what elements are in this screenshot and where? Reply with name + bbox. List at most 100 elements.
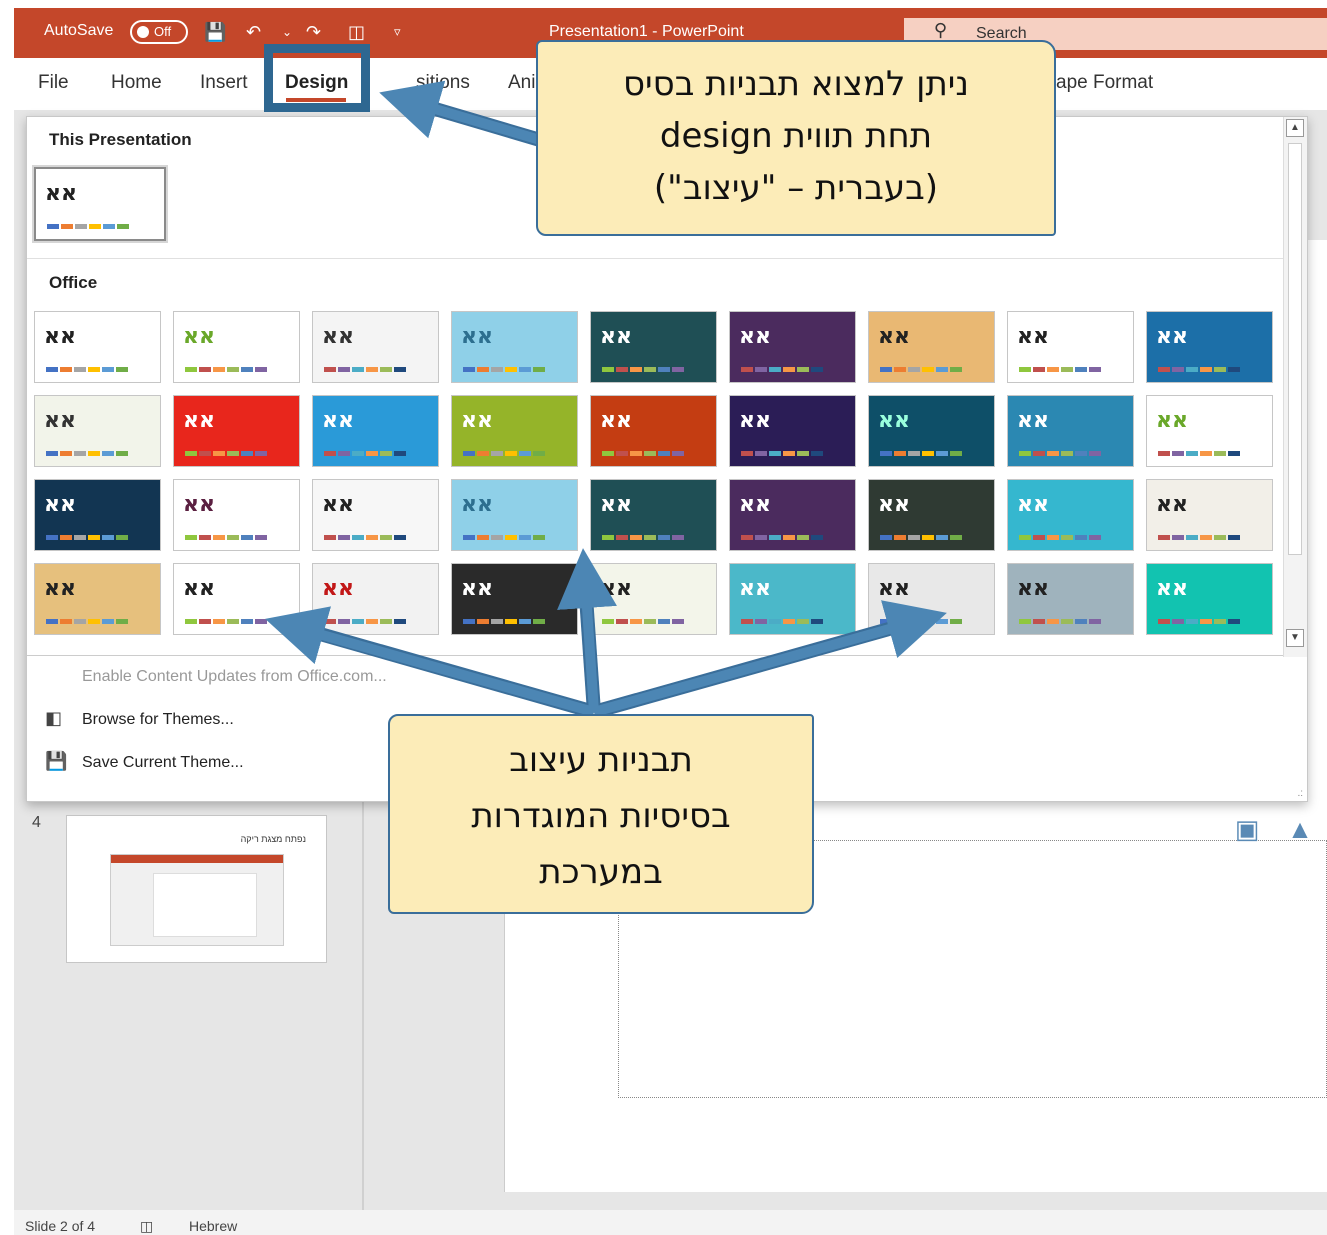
theme-color-swatches	[1019, 535, 1101, 540]
undo-dropdown-icon[interactable]: ⌄	[282, 20, 292, 44]
theme-option[interactable]: אא	[1146, 311, 1273, 383]
insert-shape-icon[interactable]: ▲	[1283, 812, 1317, 846]
theme-preview-text: אא	[1156, 492, 1189, 517]
theme-color-swatches	[1158, 619, 1240, 624]
theme-option[interactable]: אא	[868, 563, 995, 635]
theme-color-swatches	[602, 367, 684, 372]
theme-option[interactable]: אא	[590, 479, 717, 551]
theme-option[interactable]: אא	[173, 479, 300, 551]
thumbnail-screenshot	[110, 854, 284, 946]
theme-option[interactable]: אא	[34, 395, 161, 467]
theme-option[interactable]: אא	[34, 311, 161, 383]
present-icon[interactable]: ◫	[348, 20, 365, 44]
theme-option[interactable]: אא	[173, 563, 300, 635]
theme-color-swatches	[880, 367, 962, 372]
resize-grip-icon[interactable]: .:	[1297, 788, 1303, 799]
notes-icon[interactable]: ◫	[140, 1218, 153, 1235]
browse-themes-item[interactable]: Browse for Themes...	[82, 711, 234, 729]
theme-option[interactable]: אא	[729, 563, 856, 635]
theme-current[interactable]: אא	[32, 165, 168, 243]
theme-option[interactable]: אא	[590, 395, 717, 467]
tab-home[interactable]: Home	[111, 72, 162, 94]
tab-shape-format[interactable]: ape Format	[1056, 72, 1153, 94]
theme-preview-text: אא	[322, 324, 355, 349]
theme-option[interactable]: אא	[173, 311, 300, 383]
theme-option[interactable]: אא	[868, 479, 995, 551]
theme-option[interactable]: אא	[1007, 479, 1134, 551]
theme-option[interactable]: אא	[729, 395, 856, 467]
theme-option[interactable]: אא	[312, 479, 439, 551]
theme-option[interactable]: אא	[729, 311, 856, 383]
theme-preview-text: אא	[322, 576, 355, 601]
theme-color-swatches	[602, 619, 684, 624]
theme-option[interactable]: אא	[1146, 479, 1273, 551]
theme-color-swatches	[185, 535, 267, 540]
theme-color-swatches	[324, 535, 406, 540]
theme-option[interactable]: אא	[1007, 311, 1134, 383]
theme-option[interactable]: אא	[451, 563, 578, 635]
save-icon[interactable]: 💾	[204, 20, 226, 44]
undo-icon[interactable]: ↶	[246, 20, 261, 44]
theme-preview-text: אא	[183, 324, 216, 349]
language-indicator[interactable]: Hebrew	[189, 1218, 237, 1234]
tab-insert[interactable]: Insert	[200, 72, 248, 94]
pane-divider[interactable]	[362, 800, 364, 1210]
theme-preview-text: אא	[739, 408, 772, 433]
theme-option[interactable]: אא	[451, 311, 578, 383]
callout-2-line-1: תבניות עיצוב	[509, 740, 693, 780]
theme-option[interactable]: אא	[590, 311, 717, 383]
theme-option[interactable]: אא	[312, 395, 439, 467]
tab-transitions[interactable]: sitions	[416, 72, 470, 94]
tab-animations[interactable]: Ani	[508, 72, 535, 94]
theme-option[interactable]: אא	[1146, 563, 1273, 635]
theme-preview-text: אא	[1017, 408, 1050, 433]
autosave-toggle[interactable]: Off	[130, 20, 188, 44]
theme-option[interactable]: אא	[868, 311, 995, 383]
tab-file[interactable]: File	[38, 72, 69, 94]
theme-option[interactable]: אא	[34, 563, 161, 635]
callout-1-line-3: (בעברית – "עיצוב")	[653, 168, 939, 208]
theme-preview-text: אא	[183, 576, 216, 601]
theme-color-swatches	[880, 535, 962, 540]
save-theme-item[interactable]: Save Current Theme...	[82, 754, 244, 772]
theme-color-swatches	[741, 451, 823, 456]
theme-preview-text: אא	[45, 181, 78, 206]
theme-color-swatches	[185, 367, 267, 372]
customize-toolbar-icon[interactable]: ▿	[394, 20, 401, 44]
theme-preview-text: אא	[878, 324, 911, 349]
theme-preview-text: אא	[1156, 324, 1189, 349]
scroll-up-button[interactable]: ▲	[1286, 119, 1304, 137]
theme-color-swatches	[602, 535, 684, 540]
browse-themes-icon: ◧	[45, 708, 63, 728]
theme-option[interactable]: אא	[1007, 395, 1134, 467]
insert-picture-icon[interactable]: ▣	[1230, 812, 1264, 846]
section-office: Office	[49, 273, 98, 292]
scroll-thumb[interactable]	[1288, 143, 1302, 555]
theme-option[interactable]: אא	[1146, 395, 1273, 467]
theme-color-swatches	[1019, 619, 1101, 624]
scroll-down-button[interactable]: ▼	[1286, 629, 1304, 647]
theme-option[interactable]: אא	[590, 563, 717, 635]
redo-icon[interactable]: ↷	[306, 20, 321, 44]
callout-design-tab: ניתן למצוא תבניות בסיס תחת תווית design …	[536, 40, 1056, 236]
theme-color-swatches	[741, 619, 823, 624]
theme-preview-text: אא	[600, 324, 633, 349]
callout-2-line-3: במערכת	[539, 852, 663, 892]
theme-option[interactable]: אא	[868, 395, 995, 467]
theme-option[interactable]: אא	[451, 395, 578, 467]
theme-option[interactable]: אא	[312, 311, 439, 383]
theme-option[interactable]: אא	[1007, 563, 1134, 635]
theme-option[interactable]: אא	[451, 479, 578, 551]
theme-option[interactable]: אא	[312, 563, 439, 635]
theme-option[interactable]: אא	[34, 479, 161, 551]
theme-color-swatches	[1158, 535, 1240, 540]
gallery-scrollbar[interactable]: ▲ ▼	[1283, 117, 1307, 657]
theme-option[interactable]: אא	[173, 395, 300, 467]
slide-thumbnail[interactable]: נפתח מצגת ריקה	[66, 815, 327, 963]
theme-preview-text: אא	[183, 492, 216, 517]
status-bar: Slide 2 of 4 ◫ Hebrew	[14, 1210, 1327, 1235]
theme-option[interactable]: אא	[729, 479, 856, 551]
theme-preview-text: אא	[1156, 576, 1189, 601]
slide-count: Slide 2 of 4	[25, 1218, 96, 1234]
callout-1-line-1: ניתן למצוא תבניות בסיס	[622, 64, 970, 104]
